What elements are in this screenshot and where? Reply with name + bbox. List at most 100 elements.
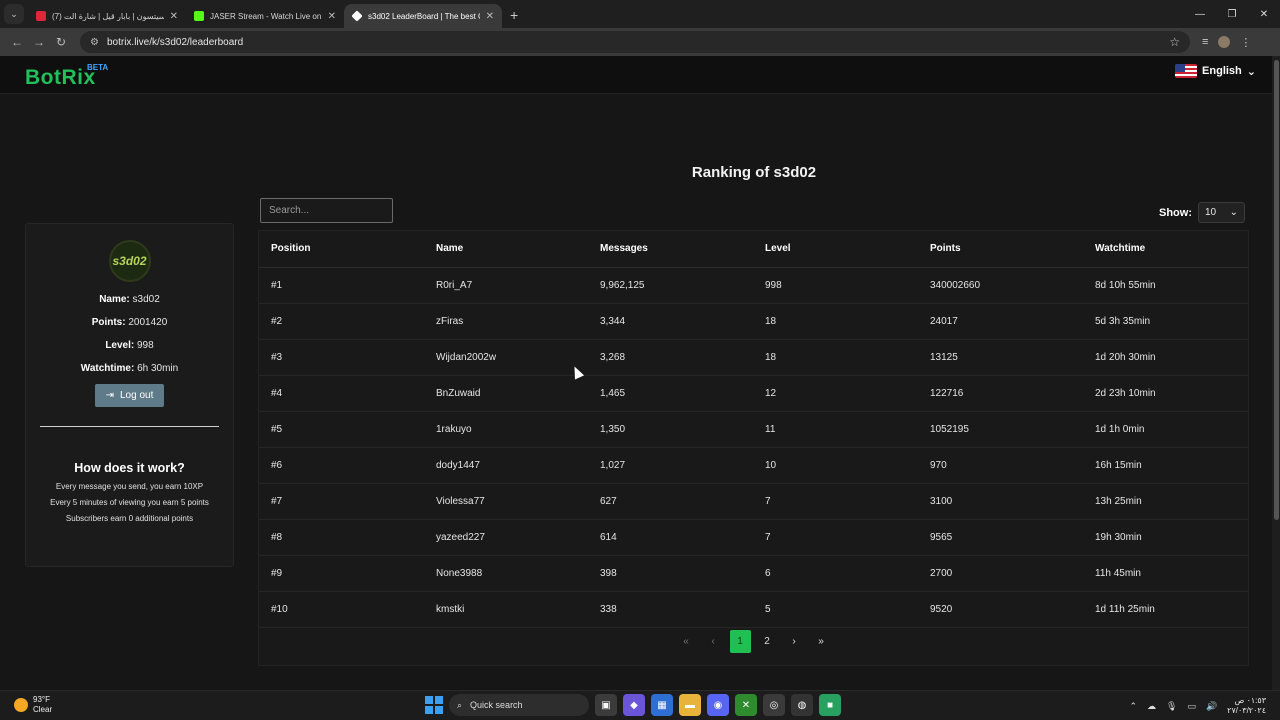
start-windows-icon[interactable]: [425, 696, 443, 714]
name-cell: 1rakuyo: [424, 411, 588, 448]
app-green-icon[interactable]: ■: [819, 694, 841, 716]
tab-close-icon[interactable]: ✕: [328, 11, 336, 22]
xbox-icon[interactable]: ✕: [735, 694, 757, 716]
system-tray: ⌃ ☁ 🎙 ▭ 🔊 ٠١:٥٣ ص ٢٧/٠٣/٢٠٢٤: [1129, 696, 1266, 716]
volume-icon[interactable]: 🔊: [1206, 701, 1217, 712]
obs-icon[interactable]: ◍: [791, 694, 813, 716]
network-icon[interactable]: ▭: [1187, 701, 1196, 712]
table-row: #8 yazeed227 614 7 9565 19h 30min: [259, 519, 1248, 556]
profile-name: Name: s3d02: [99, 294, 160, 305]
points-cell: 2700: [918, 555, 1083, 592]
microphone-icon[interactable]: 🎙: [1166, 701, 1177, 712]
column-header[interactable]: Level: [753, 231, 918, 268]
weather-widget[interactable]: 93°F Clear: [14, 695, 52, 715]
discord-icon[interactable]: ◉: [707, 694, 729, 716]
page-button[interactable]: 2: [757, 630, 778, 653]
browser-tab-1[interactable]: (7) سيتسون | بابار قيل | شارة الت ✕: [28, 4, 186, 28]
level-cell: 11: [753, 411, 918, 448]
watchtime-cell: 11h 45min: [1083, 555, 1248, 592]
site-header: BotRix BETA English ⌄: [0, 56, 1272, 94]
restore-icon[interactable]: ❐: [1216, 0, 1248, 28]
logout-button[interactable]: ⇥ Log out: [94, 384, 165, 407]
position-cell: #1: [259, 267, 424, 304]
watchtime-cell: 2d 23h 10min: [1083, 375, 1248, 412]
messages-cell: 1,350: [588, 411, 753, 448]
name-cell: None3988: [424, 555, 588, 592]
table-row: #6 dody1447 1,027 10 970 16h 15min: [259, 447, 1248, 484]
level-cell: 6: [753, 555, 918, 592]
watchtime-cell: 1d 11h 25min: [1083, 591, 1248, 628]
position-cell: #8: [259, 519, 424, 556]
page: BotRix BETA English ⌄ s3d02 Name: s3d02 …: [0, 56, 1272, 690]
table-row: #5 1rakuyo 1,350 11 1052195 1d 1h 0min: [259, 411, 1248, 448]
task-view-icon[interactable]: ▣: [595, 694, 617, 716]
browser-tab-3[interactable]: s3d02 LeaderBoard | The best C ✕: [344, 4, 502, 28]
position-cell: #5: [259, 411, 424, 448]
column-header[interactable]: Position: [259, 231, 424, 268]
address-bar[interactable]: ⚙ botrix.live/k/s3d02/leaderboard ☆: [80, 31, 1190, 53]
back-arrow-icon[interactable]: ←: [6, 35, 28, 49]
position-cell: #6: [259, 447, 424, 484]
show-hidden-icons-icon[interactable]: ⌃: [1129, 701, 1137, 712]
page-button-current[interactable]: 1: [729, 630, 751, 653]
level-cell: 18: [753, 303, 918, 340]
clock[interactable]: ٠١:٥٣ ص ٢٧/٠٣/٢٠٢٤: [1227, 696, 1266, 716]
page-size-select[interactable]: 10 ⌄: [1198, 202, 1245, 223]
points-cell: 3100: [918, 483, 1083, 520]
forward-arrow-icon[interactable]: →: [28, 35, 50, 49]
language-selector[interactable]: English ⌄: [1175, 64, 1256, 78]
botrix-logo[interactable]: BotRix: [25, 66, 96, 90]
minimize-icon[interactable]: —: [1184, 0, 1216, 28]
copilot-icon[interactable]: ◆: [623, 694, 645, 716]
tab-close-icon[interactable]: ✕: [486, 11, 494, 22]
tab-title: JASER Stream - Watch Live on K: [210, 11, 322, 21]
bookmark-star-icon[interactable]: ☆: [1169, 35, 1180, 49]
browser-tab-strip: ⌄ (7) سيتسون | بابار قيل | شارة الت ✕ JA…: [0, 0, 1280, 28]
browser-menu-icon[interactable]: ⋮: [1240, 36, 1251, 49]
profile-points: Points: 2001420: [91, 317, 168, 328]
url-text[interactable]: botrix.live/k/s3d02/leaderboard: [107, 37, 1161, 48]
page-title: Ranking of s3d02: [691, 164, 817, 181]
first-page-icon[interactable]: «: [676, 630, 697, 653]
store-icon[interactable]: ▦: [651, 694, 673, 716]
site-info-icon[interactable]: ⚙: [90, 37, 99, 48]
new-tab-plus-icon[interactable]: +: [510, 7, 518, 23]
messages-cell: 398: [588, 555, 753, 592]
column-header[interactable]: Messages: [588, 231, 753, 268]
messages-cell: 1,465: [588, 375, 753, 412]
browser-tab-2[interactable]: JASER Stream - Watch Live on K ✕: [186, 4, 344, 28]
position-cell: #4: [259, 375, 424, 412]
table-row: #9 None3988 398 6 2700 11h 45min: [259, 555, 1248, 592]
taskbar-search[interactable]: ⌕ Quick search: [449, 694, 589, 716]
sun-icon: [14, 698, 28, 712]
chrome-icon[interactable]: ◎: [763, 694, 785, 716]
profile-avatar-icon[interactable]: [1218, 36, 1231, 48]
column-header[interactable]: Name: [424, 231, 588, 268]
points-cell: 9565: [918, 519, 1083, 556]
profile-watchtime: Watchtime: 6h 30min: [80, 363, 179, 374]
close-window-icon[interactable]: ✕: [1248, 0, 1280, 28]
scrollbar-thumb[interactable]: [1274, 60, 1279, 520]
level-cell: 18: [753, 339, 918, 376]
column-header[interactable]: Watchtime: [1083, 231, 1248, 268]
weather-condition: Clear: [33, 705, 53, 714]
next-page-icon[interactable]: ›: [784, 630, 805, 653]
tab-close-icon[interactable]: ✕: [170, 11, 178, 22]
file-explorer-icon[interactable]: ▬: [679, 694, 701, 716]
how-it-works-title: How does it work?: [74, 461, 185, 475]
tab-search-button[interactable]: ⌄: [4, 4, 24, 24]
points-cell: 340002660: [918, 267, 1083, 304]
prev-page-icon[interactable]: ‹: [703, 630, 724, 653]
tab-title: s3d02 LeaderBoard | The best C: [368, 11, 480, 21]
reload-icon[interactable]: ↻: [50, 35, 72, 49]
column-header[interactable]: Points: [918, 231, 1083, 268]
messages-cell: 3,268: [588, 339, 753, 376]
last-page-icon[interactable]: »: [811, 630, 832, 653]
chevron-down-icon: ⌄: [1246, 65, 1256, 78]
points-cell: 970: [918, 447, 1083, 484]
search-input[interactable]: [260, 198, 393, 223]
onedrive-cloud-icon[interactable]: ☁: [1147, 701, 1156, 712]
reading-list-icon[interactable]: ≡: [1202, 36, 1208, 48]
points-cell: 9520: [918, 591, 1083, 628]
kick-favicon-icon: [194, 11, 204, 21]
